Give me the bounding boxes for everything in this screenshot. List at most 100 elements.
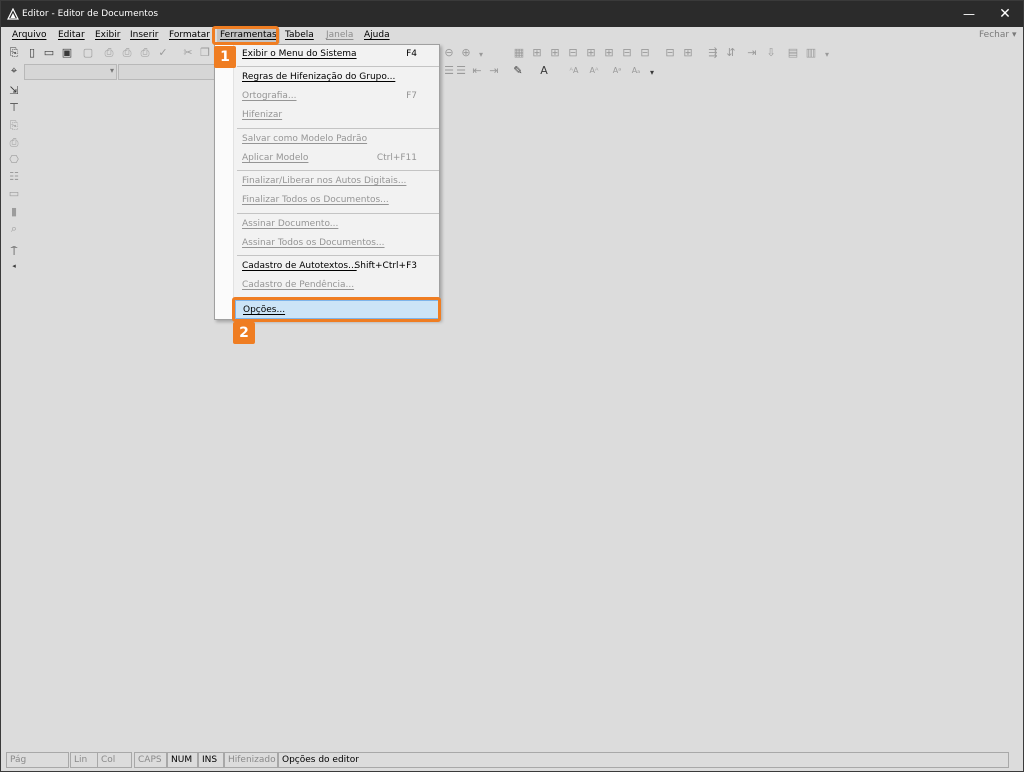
cut-icon[interactable]: ✂ bbox=[181, 46, 195, 60]
save-check-icon[interactable]: ▣ bbox=[60, 46, 74, 60]
vertical-tool-6-icon[interactable]: ☷ bbox=[8, 170, 20, 184]
distribute-cols-icon[interactable]: ⇥ bbox=[745, 46, 759, 60]
superscript-icon[interactable]: Aᵃ bbox=[610, 64, 624, 78]
increase-indent-icon[interactable]: ⇥ bbox=[487, 64, 501, 78]
menu-inserir[interactable]: Inserir bbox=[130, 29, 159, 43]
shrink-font-icon[interactable]: Aᴬ bbox=[587, 64, 601, 78]
print-icon[interactable]: ⎙ bbox=[102, 46, 116, 60]
menuitem-label: Assinar Todos os Documentos... bbox=[242, 238, 385, 248]
menu-separator bbox=[237, 255, 439, 256]
menuitem-finalizar-todos[interactable]: Finalizar Todos os Documentos... bbox=[235, 191, 439, 210]
menu-ajuda[interactable]: Ajuda bbox=[364, 29, 390, 43]
menuitem-label: Aplicar Modelo bbox=[242, 153, 309, 163]
format-painter-icon[interactable]: ⍑ bbox=[8, 245, 20, 259]
fechar-button[interactable]: Fechar ▾ bbox=[979, 30, 1016, 40]
table-row-below-icon[interactable]: ⊟ bbox=[566, 46, 580, 60]
vertical-tool-3-icon[interactable]: ⎘ bbox=[8, 119, 20, 133]
menuitem-regras-hifenizacao[interactable]: Regras de Hifenização do Grupo... bbox=[235, 68, 439, 87]
menuitem-finalizar-liberar[interactable]: Finalizar/Liberar nos Autos Digitais... bbox=[235, 172, 439, 191]
vertical-tool-5-icon[interactable]: ⎔ bbox=[8, 153, 20, 167]
callout-1-highlight bbox=[212, 26, 279, 45]
split-cells-icon[interactable]: ⊞ bbox=[681, 46, 695, 60]
vertical-tool-9-icon[interactable]: ⌕ bbox=[8, 222, 20, 236]
menu-janela[interactable]: Janela bbox=[326, 29, 353, 43]
font-color-icon[interactable]: A bbox=[537, 64, 551, 78]
table-delete-col-icon[interactable]: ⊟ bbox=[638, 46, 652, 60]
menuitem-cadastro-pendencia[interactable]: Cadastro de Pendência... bbox=[235, 276, 439, 295]
menuitem-assinar-todos[interactable]: Assinar Todos os Documentos... bbox=[235, 234, 439, 253]
menuitem-shortcut: Ctrl+F11 bbox=[376, 153, 417, 163]
menuitem-salvar-modelo-padrao[interactable]: Salvar como Modelo Padrão bbox=[235, 130, 439, 149]
menuitem-assinar-documento[interactable]: Assinar Documento... bbox=[235, 215, 439, 234]
menuitem-label: Assinar Documento... bbox=[242, 219, 339, 229]
menuitem-label: Finalizar Todos os Documentos... bbox=[242, 195, 389, 205]
menu-tabela[interactable]: Tabela bbox=[285, 29, 314, 43]
borders-icon[interactable]: ▤ bbox=[786, 46, 800, 60]
menuitem-hifenizar[interactable]: Hifenizar bbox=[235, 106, 439, 125]
font-combo[interactable] bbox=[118, 64, 215, 80]
menu-separator bbox=[237, 213, 439, 214]
vertical-more-icon[interactable]: ◂ bbox=[8, 259, 20, 273]
open-folder-icon[interactable]: ▭ bbox=[42, 46, 56, 60]
vertical-tool-8-icon[interactable]: ▮ bbox=[8, 205, 20, 219]
close-button[interactable]: ✕ bbox=[985, 1, 1024, 27]
toolbar3-more-icon[interactable]: ▾ bbox=[645, 66, 659, 80]
table-row-above-icon[interactable]: ⊞ bbox=[548, 46, 562, 60]
menu-arquivo[interactable]: Arquivo bbox=[12, 29, 46, 43]
menuitem-cadastro-autotextos[interactable]: Cadastro de Autotextos... Shift+Ctrl+F3 bbox=[235, 257, 439, 276]
vertical-tool-2-icon[interactable]: ⊤ bbox=[8, 101, 20, 115]
fechar-label: Fechar bbox=[979, 30, 1010, 40]
numbering-icon[interactable]: ☰ bbox=[454, 64, 468, 78]
table-grid-icon[interactable]: ⊞ bbox=[530, 46, 544, 60]
status-bar: Pág Lin Col CAPS NUM INS Hifenizado Opçõ… bbox=[1, 750, 1023, 771]
vertical-tool-4-icon[interactable]: ⎙ bbox=[8, 136, 20, 150]
align-cells-icon[interactable]: ⇶ bbox=[706, 46, 720, 60]
highlight-pen-icon[interactable]: ✎ bbox=[511, 64, 525, 78]
menuitem-ortografia[interactable]: Ortografia... F7 bbox=[235, 87, 439, 106]
save-icon[interactable]: ▢ bbox=[81, 46, 95, 60]
table-delete-row-icon[interactable]: ⊟ bbox=[620, 46, 634, 60]
subscript-icon[interactable]: Aₐ bbox=[629, 64, 643, 78]
zoom-in-icon[interactable]: ⊕ bbox=[459, 46, 473, 60]
toolbar-more-icon[interactable]: ▾ bbox=[474, 48, 488, 62]
table-col-right-icon[interactable]: ⊞ bbox=[602, 46, 616, 60]
menuitem-aplicar-modelo[interactable]: Aplicar Modelo Ctrl+F11 bbox=[235, 149, 439, 168]
style-combo[interactable]: ▾ bbox=[24, 64, 117, 80]
title-bar: Editor - Editor de Documentos — ✕ bbox=[1, 1, 1023, 27]
menuitem-exibir-menu-sistema[interactable]: Exibir o Menu do Sistema F4 bbox=[235, 45, 439, 64]
status-pag: Pág bbox=[6, 752, 69, 768]
menu-editar[interactable]: Editar bbox=[58, 29, 85, 43]
shading-icon[interactable]: ▥ bbox=[804, 46, 818, 60]
status-lin: Lin bbox=[70, 752, 98, 768]
spell-check-icon[interactable]: ✓ bbox=[156, 46, 170, 60]
distribute-rows-icon[interactable]: ⇵ bbox=[724, 46, 738, 60]
copy-icon[interactable]: ❐ bbox=[198, 46, 212, 60]
menuitem-label: Regras de Hifenização do Grupo... bbox=[242, 72, 396, 82]
table-insert-icon[interactable]: ▦ bbox=[512, 46, 526, 60]
status-caps: CAPS bbox=[134, 752, 167, 768]
window-title: Editor - Editor de Documentos bbox=[22, 9, 159, 19]
grow-font-icon[interactable]: ᴬA bbox=[567, 64, 581, 78]
callout-2-highlight bbox=[232, 297, 441, 322]
minimize-button[interactable]: — bbox=[949, 1, 989, 27]
table-col-left-icon[interactable]: ⊞ bbox=[584, 46, 598, 60]
table-properties-icon[interactable]: ⇩ bbox=[764, 46, 778, 60]
app-logo-icon bbox=[7, 8, 19, 20]
menuitem-label: Salvar como Modelo Padrão bbox=[242, 134, 368, 144]
new-from-template-icon[interactable]: ⎘ bbox=[7, 46, 21, 60]
status-hifenizado: Hifenizado bbox=[224, 752, 278, 768]
decrease-indent-icon[interactable]: ⇤ bbox=[470, 64, 484, 78]
print-preview-icon[interactable]: ⎙ bbox=[120, 46, 134, 60]
menuitem-label: Hifenizar bbox=[242, 110, 283, 120]
menu-formatar[interactable]: Formatar bbox=[169, 29, 210, 43]
vertical-tool-1-icon[interactable]: ⇲ bbox=[8, 84, 20, 98]
zoom-out-icon[interactable]: ⊖ bbox=[442, 46, 456, 60]
new-document-icon[interactable]: ▯ bbox=[25, 46, 39, 60]
style-format-icon[interactable]: ⌖ bbox=[7, 64, 21, 78]
toolbar2-more-icon[interactable]: ▾ bbox=[820, 48, 834, 62]
menu-exibir[interactable]: Exibir bbox=[95, 29, 120, 43]
menuitem-label: Exibir o Menu do Sistema bbox=[242, 49, 357, 59]
vertical-tool-7-icon[interactable]: ▭ bbox=[8, 187, 20, 201]
merge-cells-icon[interactable]: ⊟ bbox=[663, 46, 677, 60]
print-setup-icon[interactable]: ⎙ bbox=[138, 46, 152, 60]
